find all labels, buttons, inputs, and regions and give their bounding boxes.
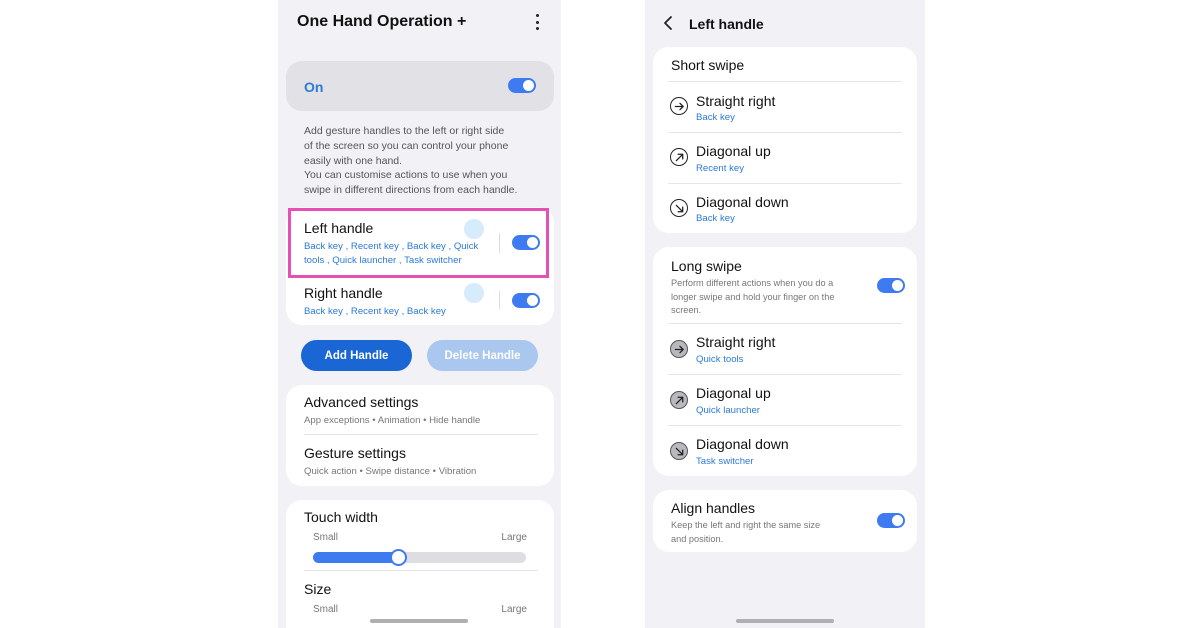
item-action: Back key: [696, 112, 735, 123]
arrow-up-right-icon: [670, 148, 688, 166]
touch-width-slider[interactable]: [313, 549, 526, 566]
page-title: Left handle: [689, 16, 764, 32]
add-handle-button[interactable]: Add Handle: [301, 340, 412, 371]
arrow-up-right-icon: [670, 391, 688, 409]
gesture-settings-title: Gesture settings: [304, 445, 406, 461]
gesture-settings-subtitle: Quick action • Swipe distance • Vibratio…: [304, 466, 477, 477]
long-swipe-toggle[interactable]: [877, 278, 905, 293]
short-swipe-card: Short swipe Straight right Back key Diag…: [653, 47, 917, 233]
arrow-down-right-icon: [670, 442, 688, 460]
item-direction: Diagonal down: [696, 436, 789, 452]
divider: [668, 183, 902, 184]
divider: [304, 570, 538, 571]
settings-card: Advanced settings App exceptions • Anima…: [286, 385, 554, 486]
back-arrow-icon[interactable]: [661, 15, 675, 31]
item-direction: Diagonal up: [696, 143, 771, 159]
touch-width-slider-thumb[interactable]: [389, 549, 407, 566]
align-handles-title: Align handles: [671, 500, 756, 516]
item-action: Quick launcher: [696, 405, 760, 416]
home-indicator[interactable]: [736, 619, 834, 623]
align-handles-card[interactable]: Align handles Keep the left and right th…: [653, 490, 917, 552]
one-hand-operation-screen: One Hand Operation + On Add gesture hand…: [278, 0, 561, 628]
left-handle-screen: Left handle Short swipe Straight right B…: [645, 0, 925, 628]
divider: [668, 425, 902, 426]
arrow-down-right-icon: [670, 199, 688, 217]
advanced-settings-subtitle: App exceptions • Animation • Hide handle: [304, 415, 481, 426]
item-direction: Straight right: [696, 93, 776, 109]
touch-width-slider-fill: [313, 552, 399, 563]
description: Add gesture handles to the left or right…: [304, 125, 518, 197]
align-handles-description: Keep the left and right the same size an…: [671, 520, 821, 544]
touch-indicator: [464, 283, 484, 303]
arrow-right-icon: [670, 97, 688, 115]
left-handle-highlight: [288, 208, 549, 278]
advanced-settings-title: Advanced settings: [304, 394, 419, 410]
home-indicator[interactable]: [370, 619, 468, 623]
sliders-card: Touch width Small Large Size Small Large: [286, 500, 554, 628]
divider: [304, 434, 538, 435]
master-toggle-label: On: [304, 79, 324, 95]
more-options-icon[interactable]: [531, 12, 543, 32]
item-direction: Straight right: [696, 334, 776, 350]
touch-width-min-label: Small: [313, 532, 339, 543]
divider: [668, 132, 902, 133]
master-toggle-card[interactable]: On: [286, 61, 554, 111]
touch-width-title: Touch width: [304, 509, 378, 525]
right-handle-actions: Back key , Recent key , Back key: [304, 306, 446, 317]
align-handles-toggle[interactable]: [877, 513, 905, 528]
size-title: Size: [304, 581, 332, 597]
item-direction: Diagonal up: [696, 385, 771, 401]
divider: [668, 323, 902, 324]
touch-width-max-label: Large: [501, 532, 527, 543]
right-handle-title: Right handle: [304, 285, 383, 301]
master-toggle-switch[interactable]: [508, 78, 536, 93]
long-swipe-title: Long swipe: [671, 258, 742, 274]
item-action: Task switcher: [696, 456, 754, 467]
divider: [668, 374, 902, 375]
long-swipe-description: Perform different actions when you do a …: [671, 278, 835, 315]
item-action: Back key: [696, 213, 735, 224]
right-handle-toggle[interactable]: [512, 293, 540, 308]
divider: [499, 291, 500, 309]
delete-handle-button[interactable]: Delete Handle: [427, 340, 538, 371]
long-swipe-card: Long swipe Perform different actions whe…: [653, 247, 917, 476]
short-swipe-title: Short swipe: [671, 57, 745, 73]
item-direction: Diagonal down: [696, 194, 789, 210]
size-min-label: Small: [313, 604, 339, 615]
arrow-right-icon: [670, 340, 688, 358]
size-max-label: Large: [501, 604, 527, 615]
page-title: One Hand Operation +: [297, 13, 467, 30]
item-action: Recent key: [696, 163, 744, 174]
item-action: Quick tools: [696, 354, 744, 365]
divider: [668, 81, 902, 82]
